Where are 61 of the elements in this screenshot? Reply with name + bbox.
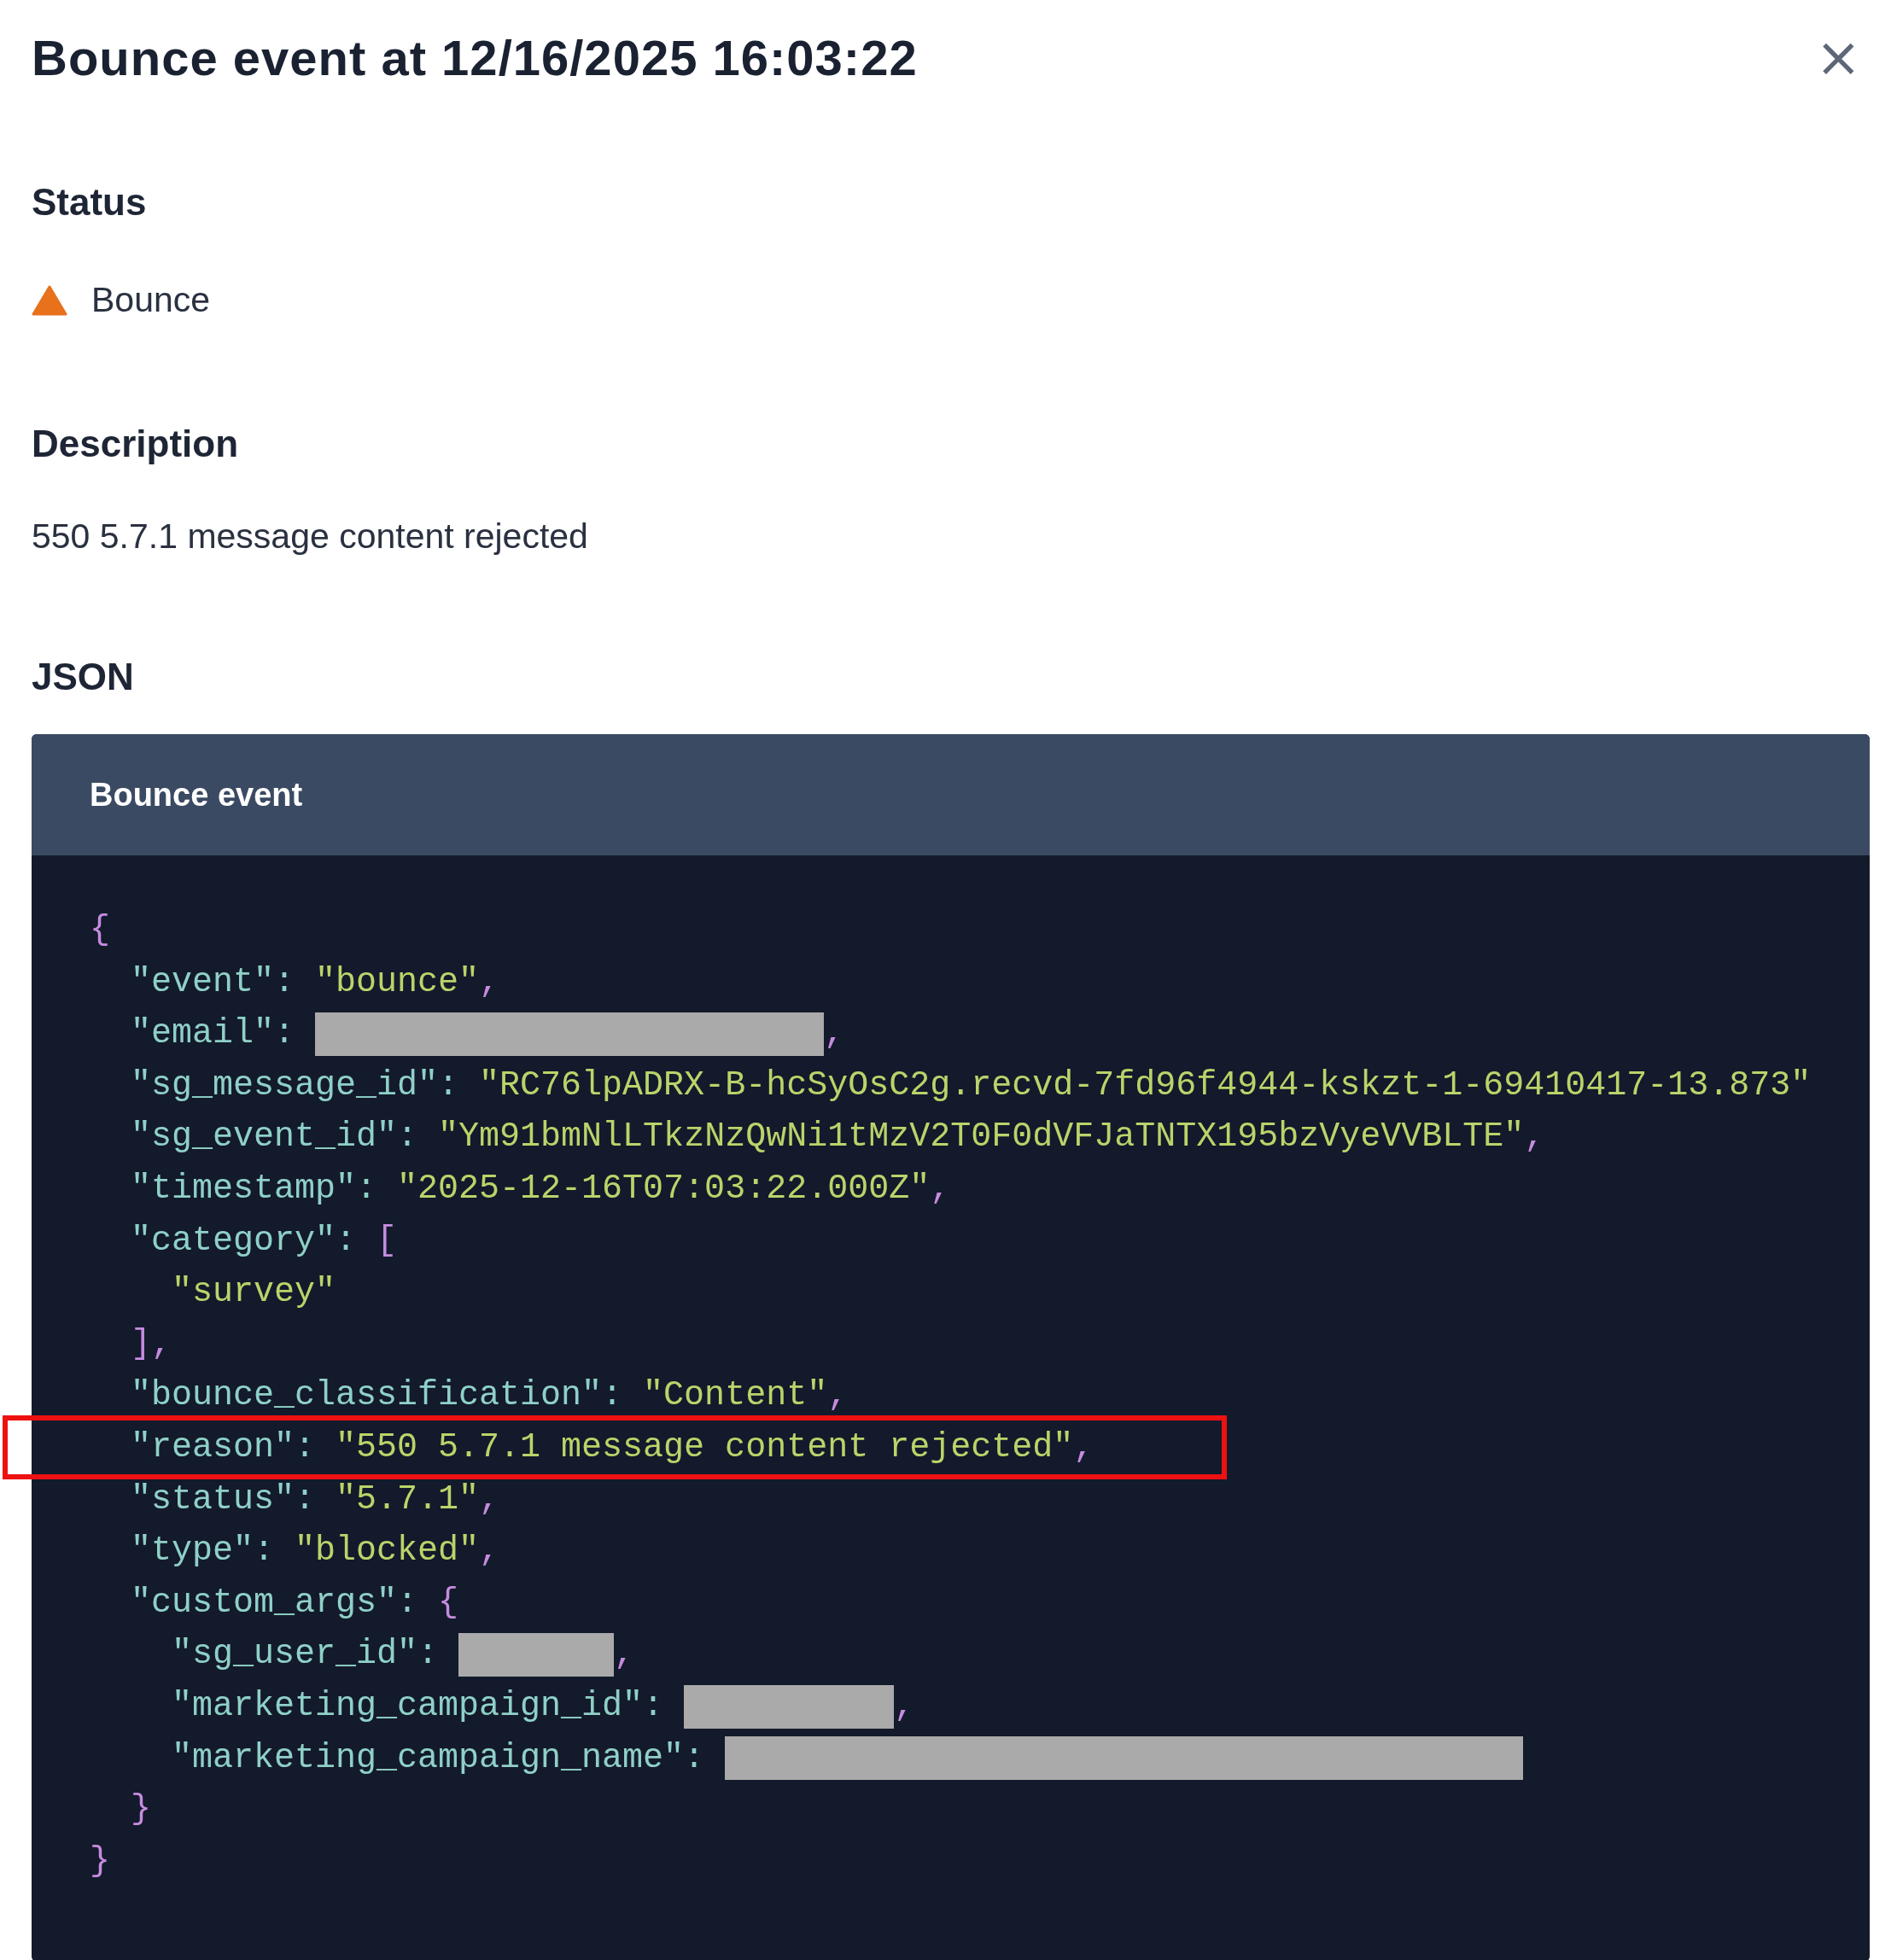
- json-punctuation: :: [684, 1737, 705, 1779]
- json-punctuation: :: [274, 1013, 295, 1055]
- json-string: "2025-12-16T07:03:22.000Z": [397, 1168, 931, 1210]
- status-label: Bounce: [91, 280, 211, 320]
- json-punctuation: :: [417, 1634, 439, 1676]
- json-punctuation: :: [274, 961, 295, 1003]
- json-punctuation: :: [397, 1582, 418, 1624]
- json-key: "bounce_classification": [131, 1370, 603, 1422]
- section-heading: Description: [32, 423, 240, 465]
- json-punctuation: :: [295, 1426, 316, 1468]
- json-string: "Content": [643, 1375, 828, 1417]
- json-punctuation: ,: [614, 1634, 635, 1676]
- json-string: "Ym91bmNlLTkzNzQwNi1tMzV2T0F0dVFJaTNTX195bzVyeVVBLTE": [438, 1117, 1525, 1158]
- panel-title: Bounce event: [90, 776, 303, 814]
- json-string: "bounce": [315, 961, 480, 1003]
- json-punctuation: }: [131, 1789, 151, 1831]
- section-heading: Status: [32, 181, 148, 224]
- close-button[interactable]: ×: [1807, 30, 1870, 85]
- json-key: "timestamp": [131, 1163, 357, 1216]
- json-punctuation: }: [90, 1840, 110, 1882]
- json-key: "email": [131, 1008, 275, 1060]
- json-punctuation: :: [254, 1531, 275, 1572]
- json-punctuation: :: [295, 1479, 316, 1520]
- json-key: "marketing_campaign_name": [172, 1732, 685, 1785]
- json-punctuation: ,: [479, 1479, 500, 1520]
- json-punctuation: {: [438, 1582, 459, 1624]
- description-text: 550 5.7.1 message content rejected: [32, 516, 589, 557]
- json-string: "550 5.7.1 message content rejected": [336, 1426, 1074, 1468]
- json-string: "blocked": [295, 1531, 480, 1572]
- json-punctuation: :: [356, 1168, 377, 1210]
- json-key: "custom_args": [131, 1577, 398, 1630]
- json-key: "sg_message_id": [131, 1059, 439, 1112]
- json-key: "sg_user_id": [172, 1629, 418, 1681]
- json-punctuation: ,: [479, 1531, 500, 1572]
- json-punctuation: :: [336, 1220, 357, 1262]
- json-punctuation: :: [602, 1375, 623, 1417]
- json-key: "reason": [131, 1421, 295, 1474]
- json-string: "survey": [172, 1272, 336, 1314]
- json-punctuation: [: [376, 1220, 398, 1262]
- json-punctuation: {: [90, 910, 110, 951]
- json-string: "5.7.1": [336, 1479, 480, 1520]
- json-key: "category": [131, 1215, 336, 1268]
- json-key: "marketing_campaign_id": [172, 1680, 644, 1733]
- json-key: "type": [131, 1525, 254, 1578]
- json-punctuation: ,: [930, 1168, 951, 1210]
- section-heading: JSON: [32, 656, 135, 698]
- json-punctuation: ,: [1524, 1117, 1545, 1158]
- json-string: "RC76lpADRX-B-hcSyOsC2g.recvd-7fd96f4944-kskzt-1-69410417-13.873": [479, 1065, 1812, 1106]
- drawer-title: Bounce event at 12/16/2025 16:03:22: [32, 28, 918, 86]
- json-key: "sg_event_id": [131, 1111, 398, 1164]
- json-punctuation: :: [643, 1685, 664, 1727]
- json-punctuation: ,: [827, 1375, 849, 1417]
- json-punctuation: ],: [131, 1323, 172, 1365]
- json-key: "status": [131, 1473, 295, 1526]
- json-punctuation: ,: [894, 1685, 915, 1727]
- json-punctuation: :: [438, 1065, 459, 1106]
- json-punctuation: :: [397, 1117, 418, 1158]
- json-key: "event": [131, 956, 275, 1009]
- json-punctuation: ,: [1073, 1426, 1094, 1468]
- json-punctuation: ,: [479, 961, 500, 1003]
- json-punctuation: ,: [824, 1013, 845, 1055]
